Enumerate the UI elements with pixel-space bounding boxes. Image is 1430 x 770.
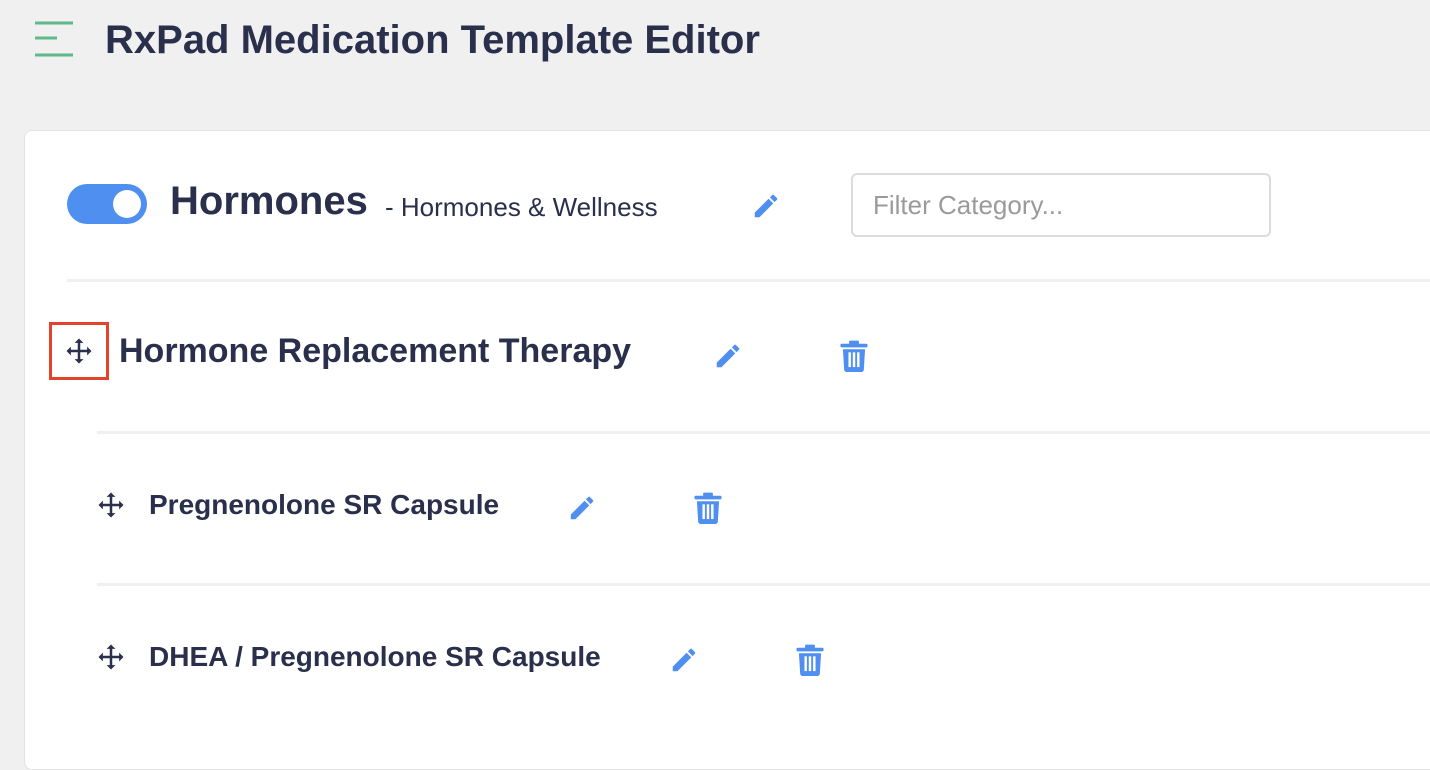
edit-category-pencil-icon[interactable] [751, 191, 781, 226]
toggle-knob [113, 190, 141, 218]
filter-category-input[interactable] [851, 173, 1271, 237]
category-title: Hormones [170, 179, 368, 223]
app-title: RxPad Medication Template Editor [105, 18, 760, 62]
category-card: Hormones - Hormones & Wellness Hormone R… [24, 130, 1430, 770]
edit-item-pencil-icon[interactable] [669, 645, 699, 680]
group-title: Hormone Replacement Therapy [119, 332, 632, 370]
drag-handle-move-arrows-icon[interactable] [49, 322, 109, 380]
delete-item-trash-icon[interactable] [795, 644, 825, 681]
list-item-label: DHEA / Pregnenolone SR Capsule [149, 641, 601, 672]
drag-handle-move-arrows-icon[interactable] [95, 489, 127, 521]
category-enabled-toggle[interactable] [67, 184, 147, 224]
edit-group-pencil-icon[interactable] [713, 341, 743, 376]
group-divider [97, 431, 1430, 434]
edit-item-pencil-icon[interactable] [567, 493, 597, 528]
delete-group-trash-icon[interactable] [839, 340, 869, 377]
list-item-label: Pregnenolone SR Capsule [149, 489, 500, 520]
top-bar: RxPad Medication Template Editor [0, 0, 1430, 90]
hamburger-menu-icon[interactable] [33, 20, 75, 60]
delete-item-trash-icon[interactable] [693, 492, 723, 529]
category-divider [67, 279, 1430, 282]
drag-handle-move-arrows-icon[interactable] [95, 641, 127, 673]
category-subtitle: - Hormones & Wellness [385, 192, 658, 222]
item-divider [97, 583, 1430, 586]
